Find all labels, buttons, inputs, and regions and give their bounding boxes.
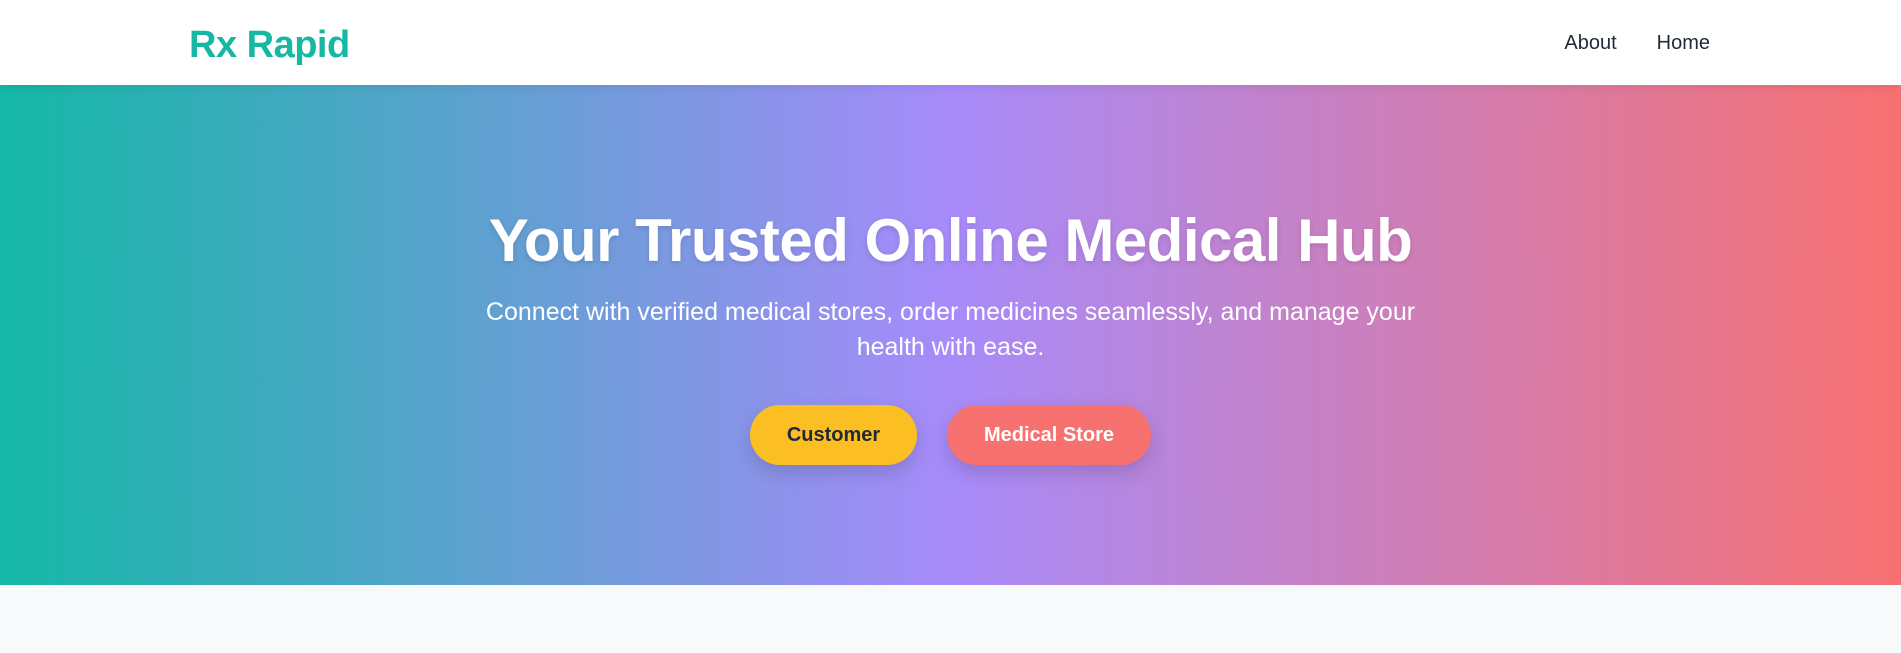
hero-title: Your Trusted Online Medical Hub (488, 207, 1413, 274)
medical-store-button[interactable]: Medical Store (947, 405, 1151, 465)
hero-subtitle: Connect with verified medical stores, or… (485, 298, 1416, 361)
nav-link-home[interactable]: Home (1657, 28, 1710, 58)
content-area-background (0, 585, 1901, 653)
customer-button[interactable]: Customer (750, 405, 917, 465)
hero-section: Your Trusted Online Medical Hub Connect … (0, 85, 1901, 585)
top-navbar: Rx Rapid About Home (0, 0, 1901, 85)
nav-link-about[interactable]: About (1564, 28, 1616, 58)
brand-logo[interactable]: Rx Rapid (189, 22, 350, 68)
hero-button-group: Customer Medical Store (0, 405, 1901, 465)
nav-links: About Home (1564, 28, 1710, 58)
